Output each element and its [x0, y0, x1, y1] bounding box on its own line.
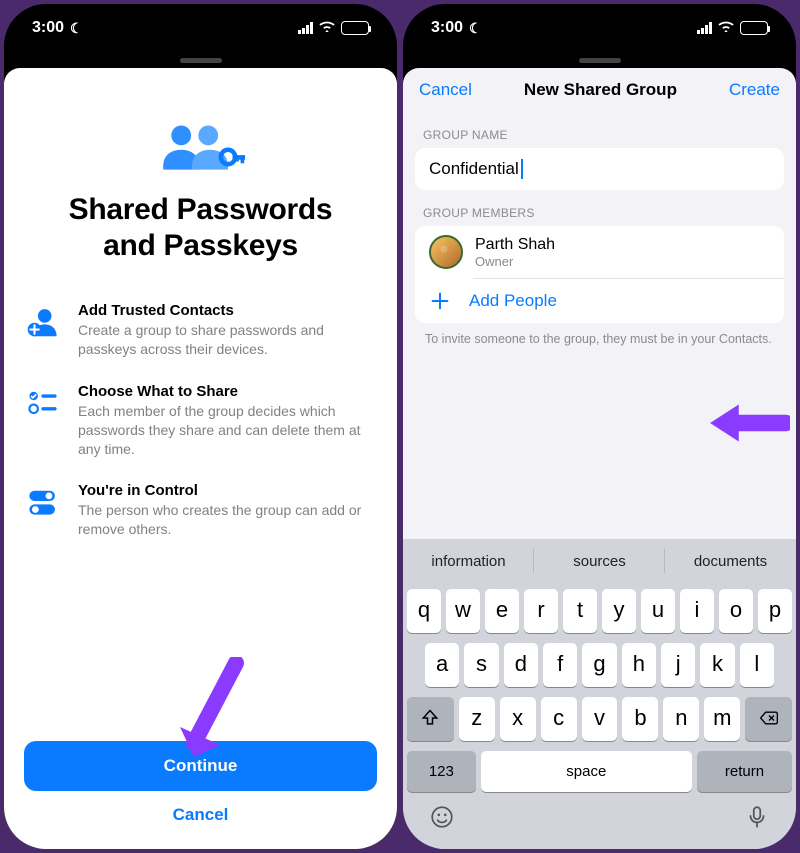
- key-n[interactable]: n: [663, 697, 699, 741]
- do-not-disturb-icon: ☾: [70, 20, 83, 37]
- key-d[interactable]: d: [504, 643, 538, 687]
- do-not-disturb-icon: ☾: [469, 20, 482, 37]
- battery-icon: 78: [740, 21, 768, 35]
- phone-left: 3:00 ☾ 78 Shared Passwords and Passke: [4, 4, 397, 849]
- key-b[interactable]: b: [622, 697, 658, 741]
- phone-right: 3:00 ☾ 78 Cancel New Shared Group Create…: [403, 4, 796, 849]
- key-u[interactable]: u: [641, 589, 675, 633]
- feature-choose-share: Choose What to Share Each member of the …: [24, 383, 377, 459]
- key-row-4: 123 space return: [407, 751, 792, 792]
- key-g[interactable]: g: [582, 643, 616, 687]
- status-bar: 3:00 ☾ 78: [4, 4, 397, 52]
- key-v[interactable]: v: [582, 697, 618, 741]
- key-r[interactable]: r: [524, 589, 558, 633]
- emoji-key[interactable]: [429, 804, 455, 835]
- key-y[interactable]: y: [602, 589, 636, 633]
- key-p[interactable]: p: [758, 589, 792, 633]
- key-w[interactable]: w: [446, 589, 480, 633]
- group-members-label: GROUP MEMBERS: [403, 190, 796, 226]
- add-contact-icon: [24, 302, 62, 338]
- feature-control: You're in Control The person who creates…: [24, 482, 377, 539]
- battery-icon: 78: [341, 21, 369, 35]
- key-a[interactable]: a: [425, 643, 459, 687]
- key-t[interactable]: t: [563, 589, 597, 633]
- cancel-button[interactable]: Cancel: [24, 791, 377, 825]
- key-l[interactable]: l: [740, 643, 774, 687]
- sheet-grabber[interactable]: [403, 52, 796, 68]
- dictation-key[interactable]: [744, 804, 770, 835]
- key-j[interactable]: j: [661, 643, 695, 687]
- status-time: 3:00: [32, 19, 64, 37]
- shared-passwords-hero-icon: [24, 122, 377, 174]
- keyboard-footer: [403, 796, 796, 849]
- feature-title: You're in Control: [78, 482, 377, 499]
- cellular-icon: [298, 22, 313, 34]
- wifi-icon: [718, 19, 734, 37]
- key-h[interactable]: h: [622, 643, 656, 687]
- key-x[interactable]: x: [500, 697, 536, 741]
- feature-trusted-contacts: Add Trusted Contacts Create a group to s…: [24, 302, 377, 359]
- status-time: 3:00: [431, 19, 463, 37]
- checklist-icon: [24, 383, 62, 419]
- key-row-2: a s d f g h j k l: [407, 643, 792, 687]
- group-name-field[interactable]: Confidential: [415, 148, 784, 190]
- toggles-icon: [24, 482, 62, 518]
- add-people-label: Add People: [469, 291, 557, 311]
- feature-desc: Each member of the group decides which p…: [78, 402, 377, 459]
- key-f[interactable]: f: [543, 643, 577, 687]
- create-button[interactable]: Create: [729, 80, 780, 100]
- nav-bar: Cancel New Shared Group Create: [403, 68, 796, 112]
- feature-title: Add Trusted Contacts: [78, 302, 377, 319]
- key-e[interactable]: e: [485, 589, 519, 633]
- status-bar: 3:00 ☾ 78: [403, 4, 796, 52]
- prediction[interactable]: information: [403, 539, 534, 583]
- backspace-key[interactable]: [745, 697, 792, 741]
- continue-button[interactable]: Continue: [24, 741, 377, 791]
- group-name-label: GROUP NAME: [403, 112, 796, 148]
- cancel-button[interactable]: Cancel: [419, 80, 472, 100]
- prediction[interactable]: sources: [534, 539, 665, 583]
- keyboard: information sources documents q w e r t …: [403, 539, 796, 849]
- add-people-button[interactable]: Add People: [415, 279, 784, 323]
- key-m[interactable]: m: [704, 697, 740, 741]
- key-q[interactable]: q: [407, 589, 441, 633]
- new-group-sheet: Cancel New Shared Group Create GROUP NAM…: [403, 68, 796, 849]
- prediction[interactable]: documents: [665, 539, 796, 583]
- key-k[interactable]: k: [700, 643, 734, 687]
- key-i[interactable]: i: [680, 589, 714, 633]
- text-cursor: [521, 159, 523, 179]
- annotation-arrow: [708, 368, 790, 478]
- key-s[interactable]: s: [464, 643, 498, 687]
- members-card: Parth Shah Owner Add People: [415, 226, 784, 323]
- cellular-icon: [697, 22, 712, 34]
- member-name: Parth Shah: [475, 236, 555, 254]
- group-name-value: Confidential: [429, 159, 519, 179]
- footer-note: To invite someone to the group, they mus…: [403, 323, 796, 348]
- prediction-bar: information sources documents: [403, 539, 796, 583]
- member-row: Parth Shah Owner: [415, 226, 784, 278]
- avatar: [429, 235, 463, 269]
- plus-icon: [429, 290, 451, 312]
- feature-list: Add Trusted Contacts Create a group to s…: [24, 302, 377, 539]
- feature-desc: Create a group to share passwords and pa…: [78, 321, 377, 359]
- return-key[interactable]: return: [697, 751, 792, 792]
- key-o[interactable]: o: [719, 589, 753, 633]
- key-row-3: z x c v b n m: [407, 697, 792, 741]
- sheet-grabber[interactable]: [4, 52, 397, 68]
- intro-sheet: Shared Passwords and Passkeys Add Truste…: [4, 68, 397, 849]
- nav-title: New Shared Group: [524, 80, 677, 100]
- numbers-key[interactable]: 123: [407, 751, 476, 792]
- key-z[interactable]: z: [459, 697, 495, 741]
- space-key[interactable]: space: [481, 751, 692, 792]
- key-row-1: q w e r t y u i o p: [407, 589, 792, 633]
- page-title: Shared Passwords and Passkeys: [24, 192, 377, 264]
- key-c[interactable]: c: [541, 697, 577, 741]
- feature-title: Choose What to Share: [78, 383, 377, 400]
- feature-desc: The person who creates the group can add…: [78, 501, 377, 539]
- shift-key[interactable]: [407, 697, 454, 741]
- member-role: Owner: [475, 254, 555, 269]
- wifi-icon: [319, 19, 335, 37]
